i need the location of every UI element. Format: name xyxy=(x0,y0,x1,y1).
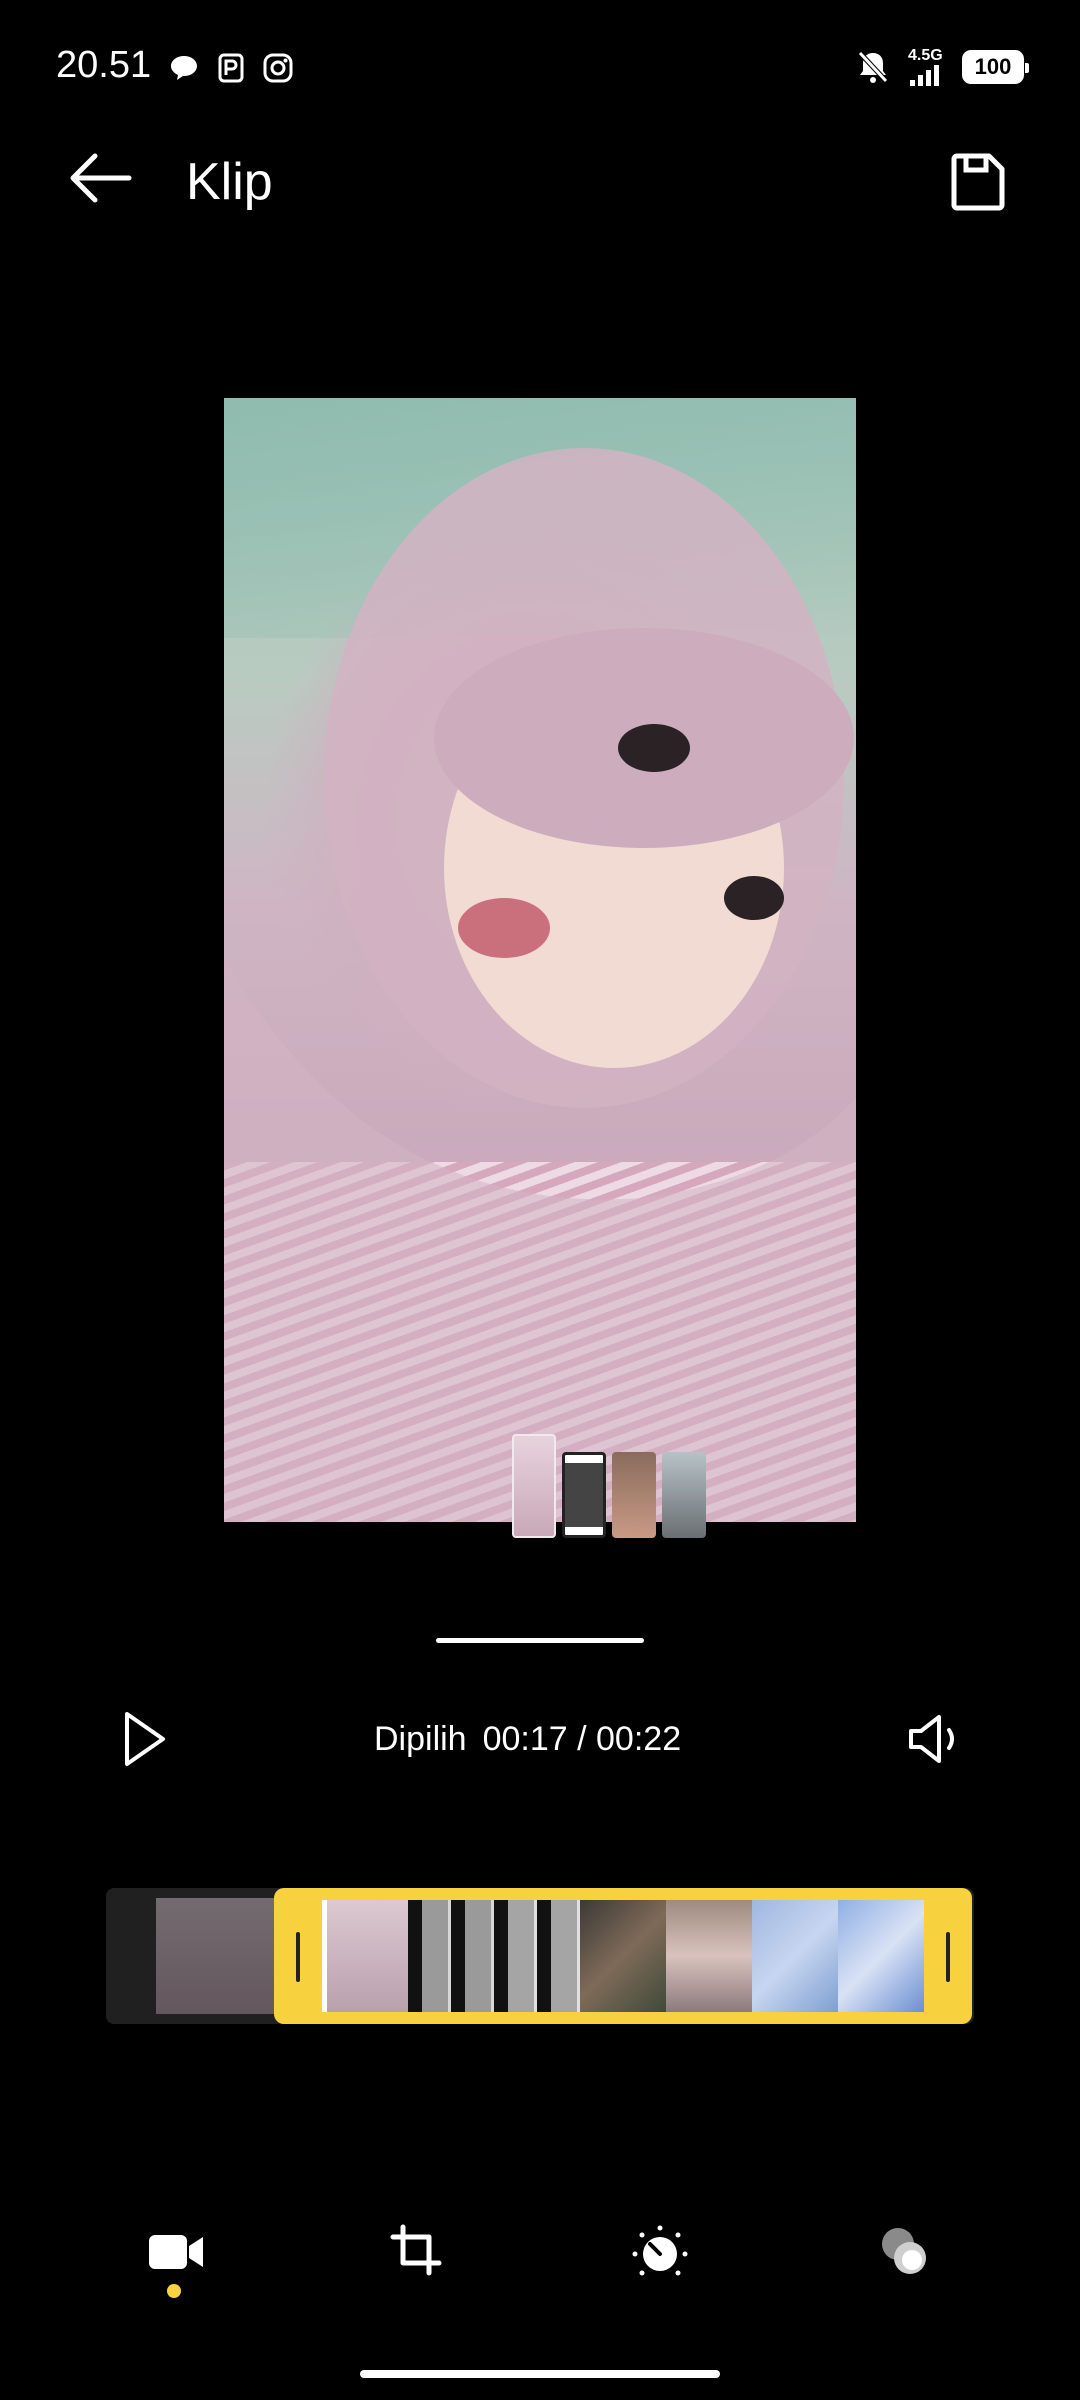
status-system-icons: 4.5G 100 xyxy=(856,48,1029,86)
back-button[interactable] xyxy=(62,146,138,210)
volume-button[interactable] xyxy=(900,1704,970,1774)
tool-video-button[interactable] xyxy=(138,2216,214,2288)
parking-app-icon xyxy=(218,53,244,83)
preview-subject xyxy=(224,448,856,1522)
filter-circles-icon xyxy=(882,2228,926,2274)
status-time: 20.51 xyxy=(56,44,152,86)
clip-thumbnail xyxy=(512,1434,556,1538)
preview-drag-handle[interactable] xyxy=(436,1638,644,1643)
trim-handle-end[interactable] xyxy=(946,1932,950,1982)
signal-icon: 4.5G xyxy=(908,48,944,86)
clip-thumbnail xyxy=(662,1452,706,1538)
save-icon xyxy=(951,153,1005,211)
battery-icon: 100 xyxy=(962,50,1029,84)
chat-bubble-icon xyxy=(171,56,197,80)
play-icon xyxy=(125,1712,165,1766)
selection-duration: Dipilih 00:17 / 00:22 xyxy=(374,1720,681,1759)
tool-filter-button[interactable] xyxy=(866,2216,942,2288)
page-title: Klip xyxy=(186,153,273,211)
video-camera-icon xyxy=(149,2235,203,2269)
trim-handle-start[interactable] xyxy=(296,1932,300,1982)
timeline-unselected-frame xyxy=(156,1898,280,2014)
selection-label: Dipilih xyxy=(374,1720,467,1758)
tool-crop-button[interactable] xyxy=(380,2216,456,2288)
arrow-left-icon xyxy=(70,153,132,203)
time-readout: 00:17 / 00:22 xyxy=(482,1720,682,1758)
adjust-dial-icon xyxy=(632,2225,688,2276)
video-preview[interactable] xyxy=(224,398,856,1522)
home-indicator[interactable] xyxy=(360,2370,720,2378)
clip-thumbnail xyxy=(562,1452,606,1538)
status-bar: 20.51 4.5G 100 xyxy=(0,0,1080,140)
bell-off-icon xyxy=(858,51,888,83)
save-button[interactable] xyxy=(944,148,1012,216)
play-button[interactable] xyxy=(110,1704,180,1774)
instagram-icon xyxy=(263,53,293,83)
tool-adjust-button[interactable] xyxy=(622,2216,698,2288)
volume-icon xyxy=(909,1715,954,1763)
network-type: 4.5G xyxy=(908,47,943,64)
trim-selection-frame[interactable] xyxy=(274,1888,972,2024)
status-notification-icons xyxy=(168,52,294,84)
active-tool-indicator xyxy=(167,2284,181,2298)
crop-icon xyxy=(390,2224,442,2276)
clip-thumbnail-strip xyxy=(512,1434,706,1538)
clip-thumbnail xyxy=(612,1452,656,1538)
